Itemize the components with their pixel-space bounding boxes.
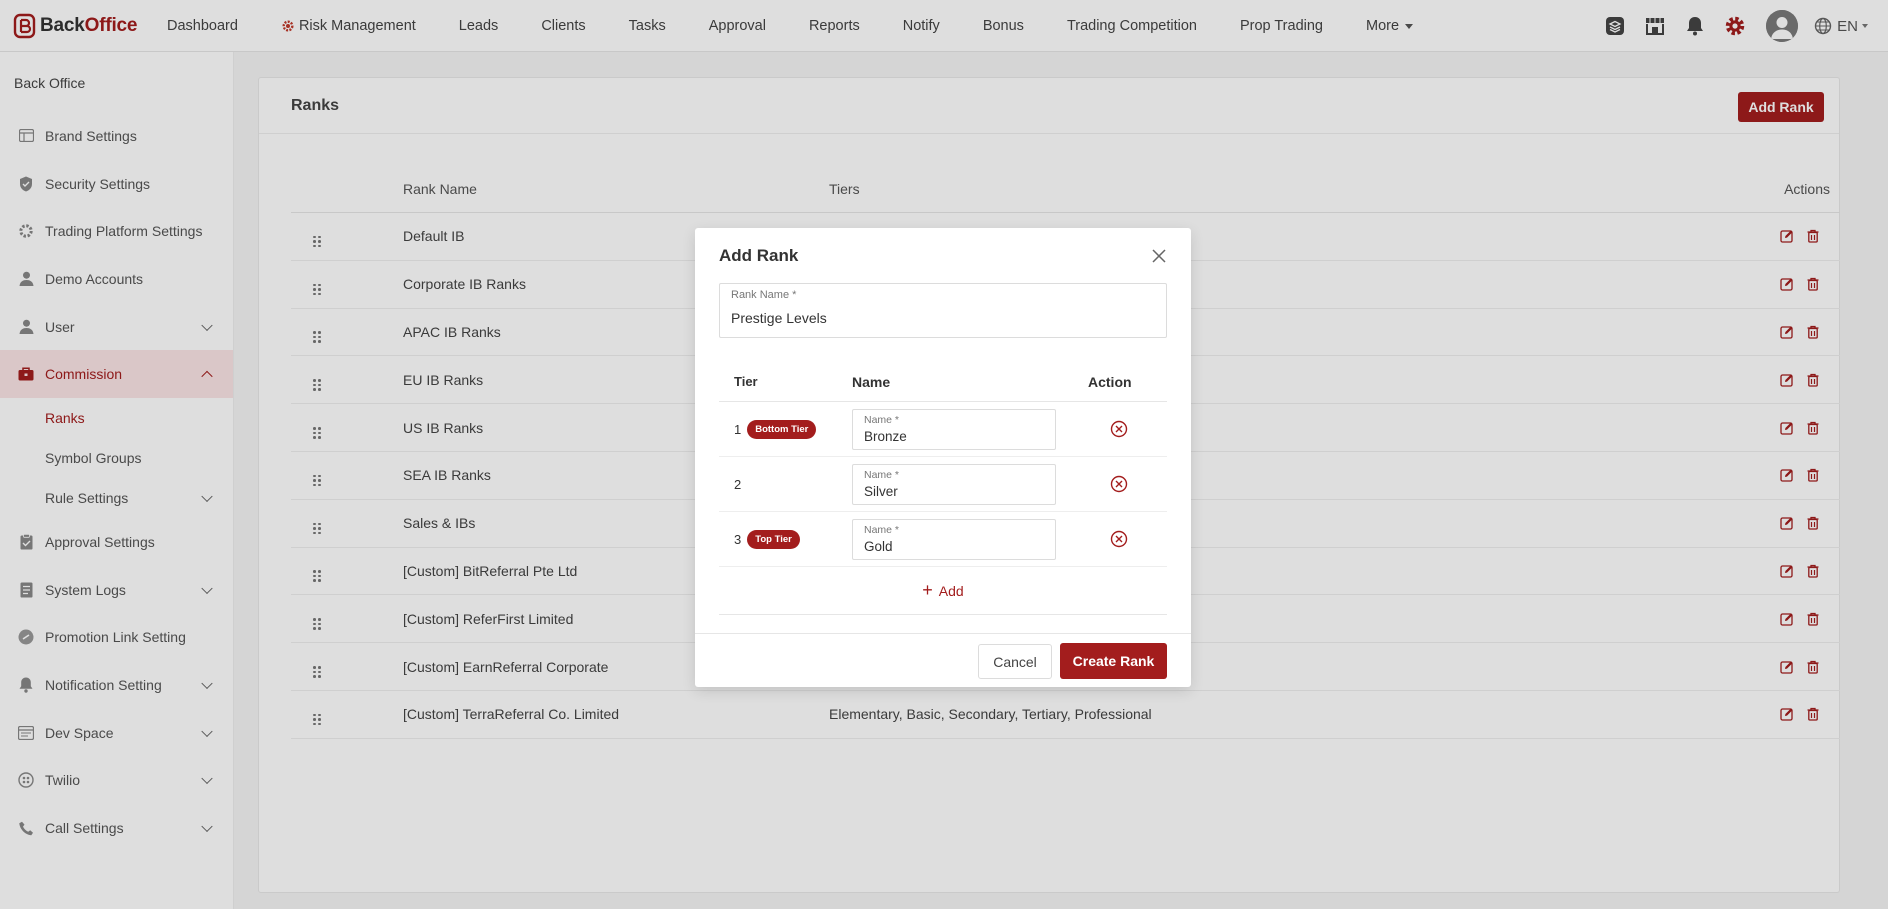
add-rank-modal: Add Rank Rank Name * Tier Name Action 1B… (695, 228, 1191, 687)
add-tier-button[interactable]: + Add (719, 567, 1167, 615)
tier-row: 2 Name * (719, 457, 1167, 512)
tier-name-field[interactable]: Name * (852, 518, 1056, 560)
tier-number: 1 (734, 421, 742, 437)
tier-name-label: Name * (864, 523, 900, 536)
column-header-action: Action (1088, 373, 1132, 390)
tier-row: 3 Top Tier Name * (719, 512, 1167, 567)
tier-number: 2 (734, 476, 742, 492)
column-header-tier: Tier (734, 374, 758, 389)
tier-number: 3 (734, 531, 742, 547)
create-rank-button[interactable]: Create Rank (1060, 643, 1167, 679)
add-tier-label: Add (938, 582, 964, 599)
close-icon[interactable] (1151, 248, 1167, 264)
tier-name-field[interactable]: Name * (852, 463, 1056, 505)
column-header-name: Name (852, 373, 891, 390)
tier-name-field[interactable]: Name * (852, 408, 1056, 450)
tier-table-header: Tier Name Action (719, 362, 1167, 402)
top-tier-badge: Top Tier (747, 529, 800, 549)
tier-name-input[interactable] (864, 428, 1044, 444)
remove-circle-icon[interactable] (1110, 530, 1128, 548)
modal-title: Add Rank (719, 246, 799, 265)
tier-name-label: Name * (864, 468, 900, 481)
rank-name-label: Rank Name * (731, 289, 797, 301)
rank-name-input[interactable] (731, 310, 1111, 326)
bottom-tier-badge: Bottom Tier (747, 419, 817, 439)
tier-row: 1 Bottom Tier Name * (719, 402, 1167, 457)
plus-icon: + (922, 580, 933, 600)
tier-table: Tier Name Action 1 Bottom Tier Name * 2 N… (719, 362, 1167, 615)
modal-footer: Cancel Create Rank (695, 633, 1191, 687)
tier-name-input[interactable] (864, 483, 1044, 499)
remove-circle-icon[interactable] (1110, 420, 1128, 438)
remove-circle-icon[interactable] (1110, 475, 1128, 493)
tier-name-label: Name * (864, 413, 900, 426)
cancel-button[interactable]: Cancel (978, 644, 1052, 679)
tier-name-input[interactable] (864, 538, 1044, 554)
rank-name-field[interactable]: Rank Name * (719, 283, 1167, 338)
